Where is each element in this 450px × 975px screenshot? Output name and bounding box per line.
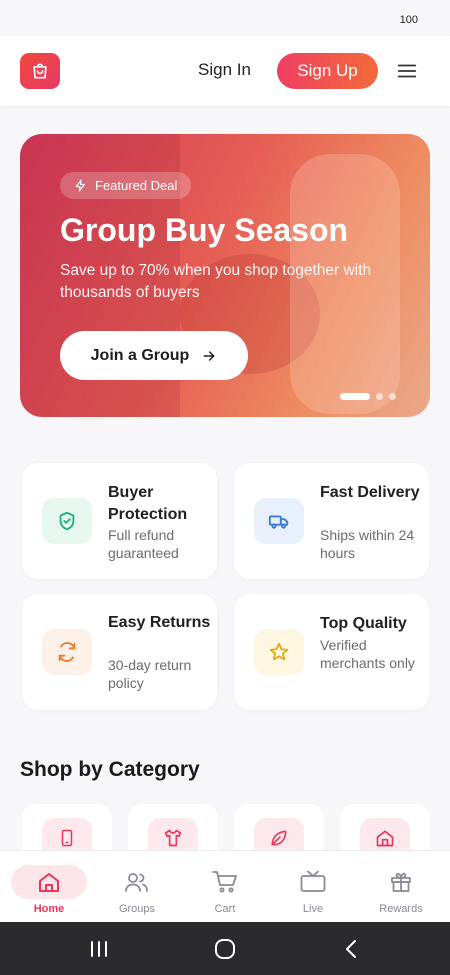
- system-navigation-bar: [0, 922, 450, 975]
- menu-icon[interactable]: [396, 60, 418, 82]
- section-title-categories: Shop by Category: [20, 758, 200, 781]
- feature-title: Easy Returns: [108, 614, 211, 631]
- home-icon: [39, 873, 59, 892]
- leaf-icon: [271, 830, 287, 846]
- nav-item-home[interactable]: Home: [4, 851, 94, 923]
- shopping-bag-icon: [33, 63, 47, 79]
- star-icon: [269, 642, 289, 661]
- battery-level: 100: [399, 14, 418, 26]
- cart-icon: [212, 871, 237, 893]
- feature-title: Top Quality: [320, 615, 407, 632]
- feature-icon-wrap: [254, 498, 304, 544]
- join-group-label: Join a Group: [90, 346, 190, 364]
- feature-description: Ships within 24 hours: [320, 527, 415, 561]
- arrow-right-icon: [203, 350, 215, 361]
- truck-icon: [268, 515, 289, 529]
- nav-icon-wrap: [99, 865, 175, 899]
- feature-title: Fast Delivery: [320, 484, 420, 501]
- smartphone-icon: [61, 829, 73, 847]
- back-icon: [346, 940, 356, 958]
- users-icon: [125, 873, 148, 892]
- carousel-dot-3[interactable]: [389, 393, 396, 400]
- feature-card-fast-delivery[interactable]: Fast Delivery Ships within 24 hours: [234, 463, 429, 579]
- home-icon: [376, 830, 394, 847]
- nav-label: Groups: [118, 903, 156, 915]
- status-bar: 100: [0, 0, 450, 36]
- bottom-navigation: Home Groups Cart Live Rewards: [0, 850, 450, 922]
- nav-item-live[interactable]: Live: [268, 851, 358, 923]
- back-button[interactable]: [336, 936, 366, 962]
- tv-icon: [300, 870, 326, 892]
- nav-label: Rewards: [379, 903, 423, 915]
- sign-in-link[interactable]: Sign In: [198, 60, 251, 80]
- gift-icon: [391, 872, 411, 892]
- featured-badge-label: Featured Deal: [95, 178, 178, 193]
- feature-title: Buyer Protection: [108, 484, 188, 523]
- nav-label: Cart: [214, 903, 236, 915]
- feature-icon-wrap: [254, 629, 304, 675]
- join-group-button[interactable]: Join a Group: [60, 331, 248, 380]
- nav-item-cart[interactable]: Cart: [180, 851, 270, 923]
- lightning-icon: [75, 179, 85, 192]
- nav-label: Live: [302, 903, 324, 915]
- feature-icon-wrap: [42, 498, 92, 544]
- featured-badge: Featured Deal: [60, 172, 192, 199]
- hero-title: Group Buy Season: [60, 212, 349, 248]
- feature-icon-wrap: [42, 629, 92, 675]
- feature-card-easy-returns[interactable]: Easy Returns 30-day return policy: [22, 594, 217, 710]
- hero-banner[interactable]: Featured Deal Group Buy Season Save up t…: [20, 134, 430, 417]
- recent-apps-icon: [91, 941, 107, 957]
- home-system-button[interactable]: [210, 936, 240, 962]
- hero-subtitle: Save up to 70% when you shop together wi…: [60, 262, 372, 301]
- nav-icon-wrap: [11, 865, 87, 899]
- refresh-icon: [58, 642, 76, 662]
- tshirt-icon: [164, 829, 182, 847]
- app-logo[interactable]: [20, 53, 60, 89]
- feature-card-buyer-protection[interactable]: Buyer Protection Full refund guaranteed: [22, 463, 217, 579]
- app-header: Sign In Sign Up: [0, 36, 450, 106]
- carousel-indicator: [340, 393, 396, 400]
- nav-icon-wrap: [187, 865, 263, 899]
- nav-label: Home: [33, 903, 65, 915]
- nav-item-rewards[interactable]: Rewards: [356, 851, 446, 923]
- nav-item-groups[interactable]: Groups: [92, 851, 182, 923]
- shield-check-icon: [59, 511, 75, 531]
- sign-up-button[interactable]: Sign Up: [277, 53, 378, 89]
- nav-icon-wrap: [363, 865, 439, 899]
- carousel-dot-2[interactable]: [376, 393, 383, 400]
- feature-description: 30-day return policy: [108, 657, 192, 691]
- feature-description: Verified merchants only: [320, 637, 415, 671]
- nav-icon-wrap: [275, 865, 351, 899]
- home-circle-icon: [215, 939, 235, 959]
- recent-apps-button[interactable]: [84, 936, 114, 962]
- feature-card-top-quality[interactable]: Top Quality Verified merchants only: [234, 594, 429, 710]
- feature-description: Full refund guaranteed: [108, 527, 179, 561]
- carousel-dot-1[interactable]: [340, 393, 370, 400]
